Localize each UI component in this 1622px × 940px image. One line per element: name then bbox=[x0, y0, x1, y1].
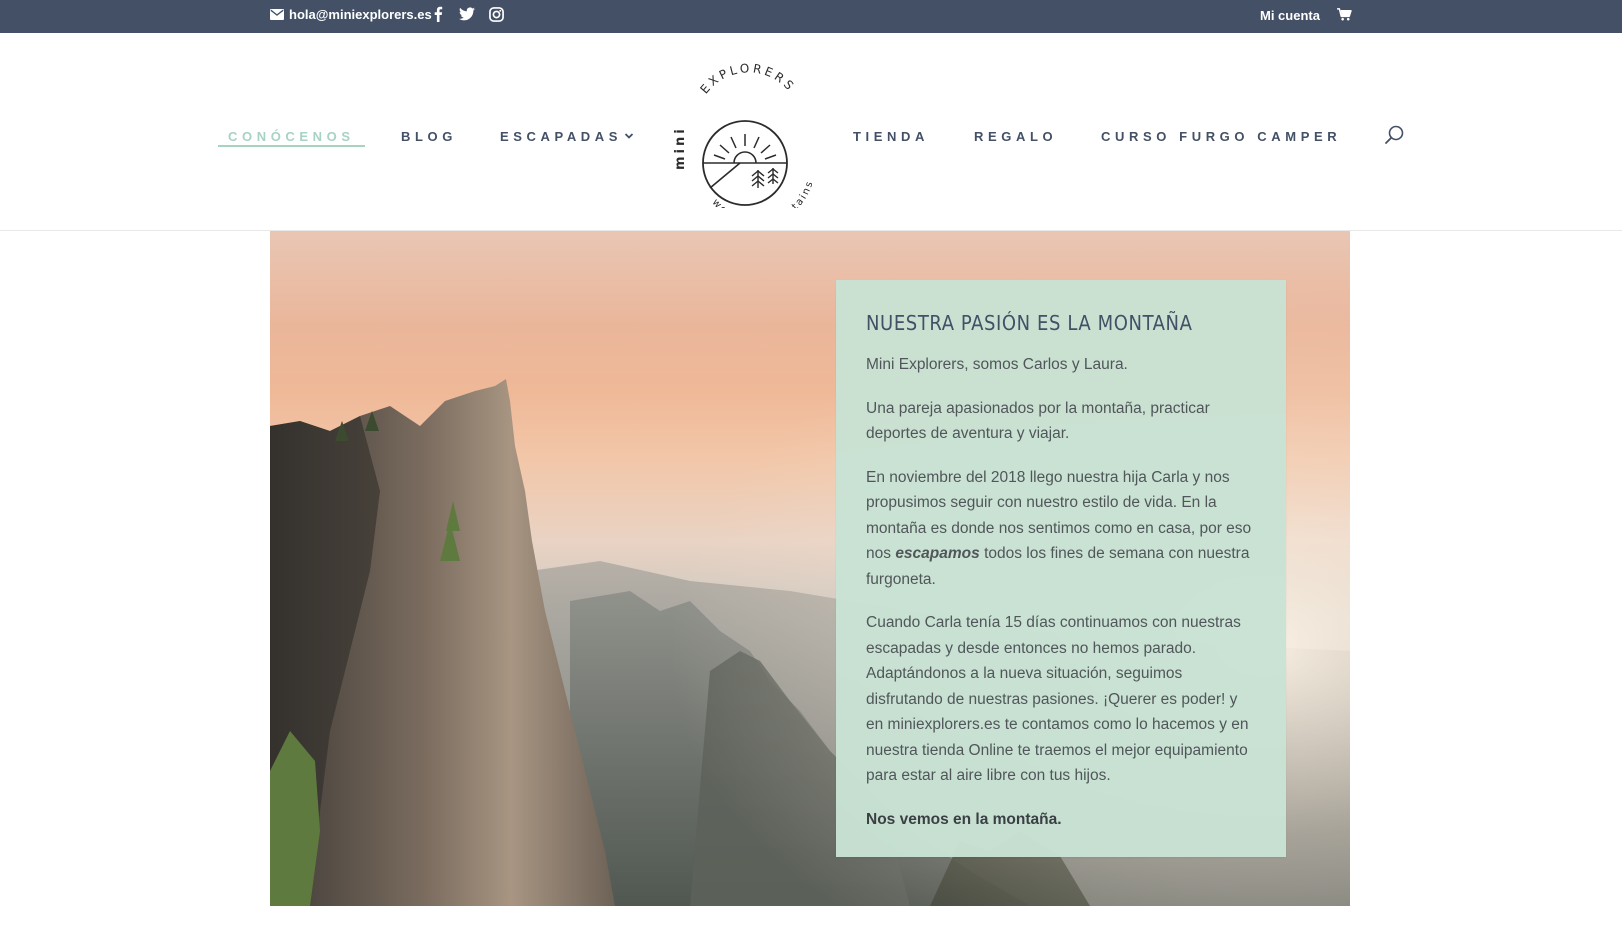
top-bar: hola@miniexplorers.es Mi cuenta bbox=[0, 0, 1622, 33]
card-closing-text: Nos vemos en la montaña. bbox=[866, 810, 1062, 828]
email-link[interactable]: hola@miniexplorers.es bbox=[270, 0, 432, 29]
nav-label: CURSO FURGO CAMPER bbox=[1101, 128, 1342, 144]
logo[interactable]: EXPLORERS we love mountains mini bbox=[670, 58, 820, 208]
about-card: NUESTRA PASIÓN ES LA MONTAÑA Mini Explor… bbox=[836, 280, 1286, 857]
card-paragraph: En noviembre del 2018 llego nuestra hija… bbox=[866, 465, 1256, 593]
nav-label: ESCAPADAS bbox=[500, 128, 623, 144]
chevron-down-icon bbox=[624, 133, 634, 139]
card-paragraph: Cuando Carla tenía 15 días continuamos c… bbox=[866, 614, 1249, 784]
nav-label: REGALO bbox=[974, 128, 1058, 144]
hero-image: NUESTRA PASIÓN ES LA MONTAÑA Mini Explor… bbox=[270, 231, 1350, 906]
card-closing: Nos vemos en la montaña. bbox=[866, 807, 1256, 833]
nav-active-underline bbox=[218, 145, 365, 147]
twitter-icon[interactable] bbox=[457, 4, 477, 24]
logo-arc-text: EXPLORERS bbox=[697, 61, 795, 96]
logo-tagline: we love mountains bbox=[710, 179, 814, 208]
card-title: NUESTRA PASIÓN ES LA MONTAÑA bbox=[866, 311, 1193, 335]
nav-label: TIENDA bbox=[853, 128, 929, 144]
mail-icon bbox=[270, 9, 284, 20]
card-paragraph: Una pareja apasionados por la montaña, p… bbox=[866, 399, 1210, 443]
my-account-link[interactable]: Mi cuenta bbox=[1260, 0, 1320, 31]
search-icon[interactable] bbox=[1383, 124, 1405, 146]
nav-item-regalo[interactable]: REGALO bbox=[974, 125, 1057, 147]
facebook-icon[interactable] bbox=[428, 4, 448, 24]
nav-item-conocenos[interactable]: CONÓCENOS bbox=[228, 125, 355, 147]
cart-icon[interactable] bbox=[1336, 4, 1352, 24]
nav-label: BLOG bbox=[401, 128, 457, 144]
svg-text:EXPLORERS: EXPLORERS bbox=[697, 61, 798, 96]
email-text: hola@miniexplorers.es bbox=[289, 7, 432, 22]
nav-item-escapadas[interactable]: ESCAPADAS bbox=[500, 125, 634, 147]
nav-item-tienda[interactable]: TIENDA bbox=[853, 125, 929, 147]
svg-text:we love mountains: we love mountains bbox=[710, 179, 816, 208]
instagram-icon[interactable] bbox=[486, 4, 506, 24]
card-paragraph: Mini Explorers, somos Carlos y Laura. bbox=[866, 356, 1128, 373]
nav-item-blog[interactable]: BLOG bbox=[401, 125, 457, 147]
card-emphasis: escapamos bbox=[895, 545, 980, 562]
logo-mini-text: mini bbox=[673, 126, 688, 170]
nav-item-curso-furgo-camper[interactable]: CURSO FURGO CAMPER bbox=[1101, 125, 1341, 147]
nav-label: CONÓCENOS bbox=[228, 128, 355, 144]
site-header: CONÓCENOS BLOG ESCAPADAS EXPLORERS we lo… bbox=[0, 33, 1622, 231]
